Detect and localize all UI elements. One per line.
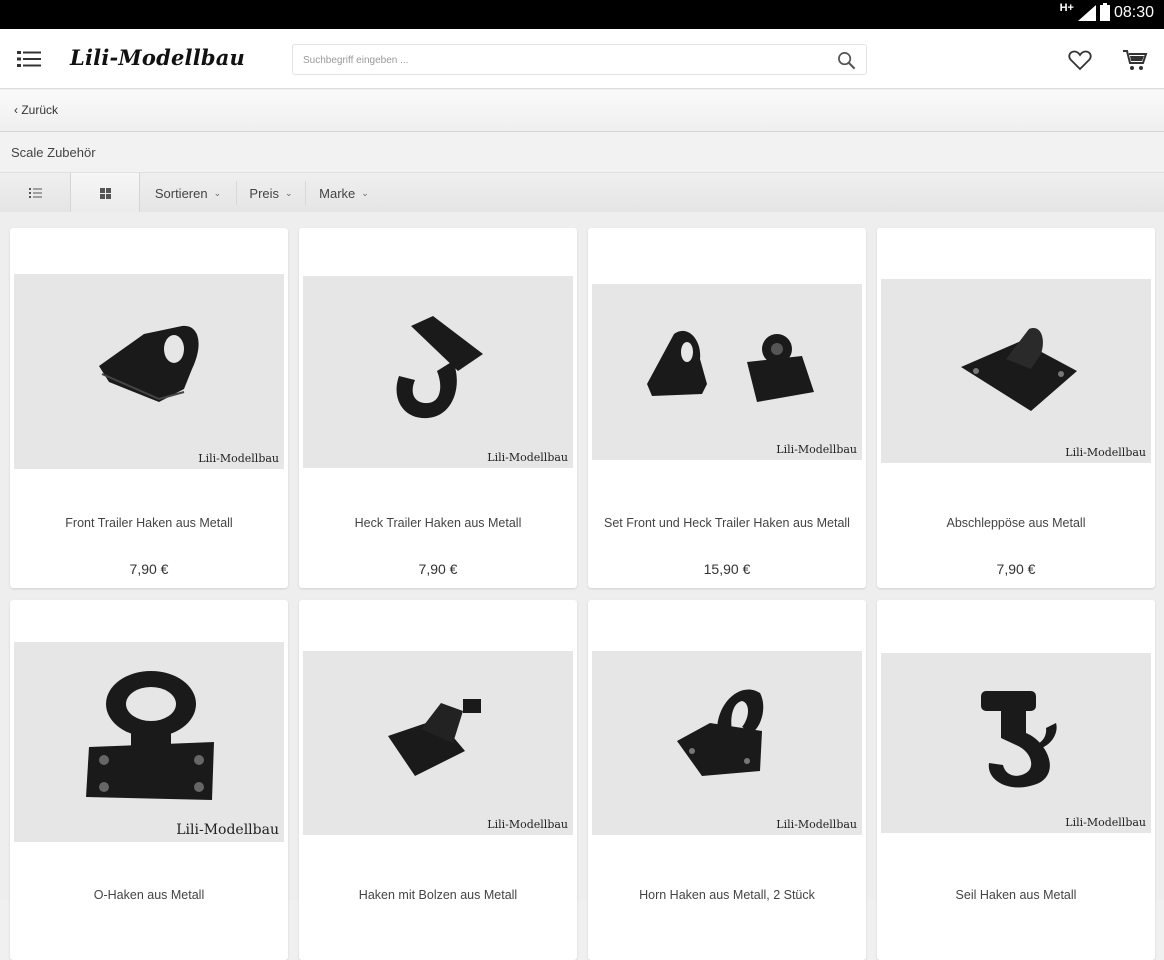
- brand-filter-dropdown[interactable]: Marke ⌄: [306, 173, 382, 213]
- app-header: Lili-Modellbau: [0, 29, 1164, 89]
- product-title[interactable]: Abschleppöse aus Metall: [877, 516, 1155, 530]
- horn-hook-image: [677, 689, 764, 776]
- product-image[interactable]: Lili-Modellbau: [592, 284, 862, 460]
- search-input[interactable]: [303, 51, 823, 69]
- menu-list-icon[interactable]: [17, 49, 41, 69]
- product-grid: Lili-Modellbau Front Trailer Haken aus M…: [0, 212, 1164, 960]
- sort-dropdown[interactable]: Sortieren ⌄: [141, 173, 235, 213]
- rope-hook-image: [981, 691, 1057, 788]
- list-view-button[interactable]: [0, 173, 70, 213]
- image-watermark: Lili-Modellbau: [776, 818, 857, 831]
- brand-filter-label: Marke: [319, 185, 356, 201]
- cart-icon[interactable]: [1122, 48, 1148, 72]
- product-price: 7,90 €: [418, 561, 458, 577]
- product-title[interactable]: Heck Trailer Haken aus Metall: [299, 516, 577, 530]
- list-view-icon: [28, 188, 42, 198]
- back-link[interactable]: ‹ Zurück: [14, 103, 58, 117]
- product-image[interactable]: Lili-Modellbau: [14, 274, 284, 469]
- product-price: 15,90 €: [703, 561, 751, 577]
- price-filter-label: Preis: [249, 185, 280, 201]
- trailer-hook-image: [99, 325, 199, 402]
- product-card[interactable]: Lili-Modellbau Abschleppöse aus Metall 7…: [877, 228, 1155, 588]
- image-watermark: Lili-Modellbau: [1065, 446, 1146, 459]
- product-image[interactable]: Lili-Modellbau: [592, 651, 862, 835]
- product-card[interactable]: Lili-Modellbau Haken mit Bolzen aus Meta…: [299, 600, 577, 960]
- product-card[interactable]: Lili-Modellbau Set Front und Heck Traile…: [588, 228, 866, 588]
- image-watermark: Lili-Modellbau: [487, 818, 568, 831]
- towing-eye-image: [961, 328, 1077, 411]
- product-price: 7,90 €: [996, 561, 1036, 577]
- heart-icon[interactable]: [1068, 49, 1092, 71]
- battery-icon: [1099, 3, 1110, 21]
- product-image[interactable]: Lili-Modellbau: [881, 279, 1151, 463]
- image-watermark: Lili-Modellbau: [1065, 816, 1146, 829]
- grid-view-button[interactable]: [70, 173, 140, 213]
- product-card[interactable]: Lili-Modellbau Front Trailer Haken aus M…: [10, 228, 288, 588]
- grid-view-icon: [99, 187, 111, 199]
- image-watermark: Lili-Modellbau: [198, 452, 279, 465]
- back-bar: ‹ Zurück: [0, 90, 1164, 132]
- category-bar: Scale Zubehör Sortieren ⌄ Preis ⌄ Marke ⌄: [0, 132, 1164, 213]
- signal-icon: [1077, 5, 1096, 21]
- shop-logo[interactable]: Lili-Modellbau: [70, 45, 245, 70]
- network-type: H+: [1059, 2, 1074, 14]
- product-title[interactable]: Set Front und Heck Trailer Haken aus Met…: [588, 516, 866, 530]
- bolt-hook-image: [388, 699, 481, 776]
- product-image[interactable]: Lili-Modellbau: [303, 276, 573, 468]
- category-title: Scale Zubehör: [11, 145, 96, 160]
- product-card[interactable]: Lili-Modellbau Horn Haken aus Metall, 2 …: [588, 600, 866, 960]
- product-title[interactable]: Front Trailer Haken aus Metall: [10, 516, 288, 530]
- product-card[interactable]: Lili-Modellbau O-Haken aus Metall: [10, 600, 288, 960]
- product-image[interactable]: Lili-Modellbau: [303, 651, 573, 835]
- listing-toolbar: Sortieren ⌄ Preis ⌄ Marke ⌄: [0, 172, 1164, 213]
- search-icon[interactable]: [837, 51, 856, 70]
- product-image[interactable]: Lili-Modellbau: [881, 653, 1151, 833]
- sort-label: Sortieren: [154, 185, 208, 201]
- chevron-down-icon: ⌄: [213, 187, 222, 198]
- search-box[interactable]: [292, 44, 867, 75]
- clock: 08:30: [1113, 4, 1154, 21]
- chevron-down-icon: ⌄: [285, 187, 293, 198]
- product-price: 7,90 €: [129, 561, 169, 577]
- back-label: Zurück: [21, 103, 59, 117]
- image-watermark: Lili-Modellbau: [487, 451, 568, 464]
- product-card[interactable]: Lili-Modellbau Heck Trailer Haken aus Me…: [299, 228, 577, 588]
- hook-image: [396, 316, 483, 419]
- o-hook-image: [86, 671, 214, 800]
- price-filter-dropdown[interactable]: Preis ⌄: [237, 173, 305, 213]
- chevron-down-icon: ⌄: [361, 187, 369, 198]
- product-image[interactable]: Lili-Modellbau: [14, 642, 284, 842]
- product-card[interactable]: Lili-Modellbau Seil Haken aus Metall: [877, 600, 1155, 960]
- status-bar: H+ 08:30: [0, 0, 1164, 29]
- image-watermark: Lili-Modellbau: [176, 822, 279, 838]
- image-watermark: Lili-Modellbau: [776, 443, 857, 456]
- hook-set-image: [647, 330, 814, 402]
